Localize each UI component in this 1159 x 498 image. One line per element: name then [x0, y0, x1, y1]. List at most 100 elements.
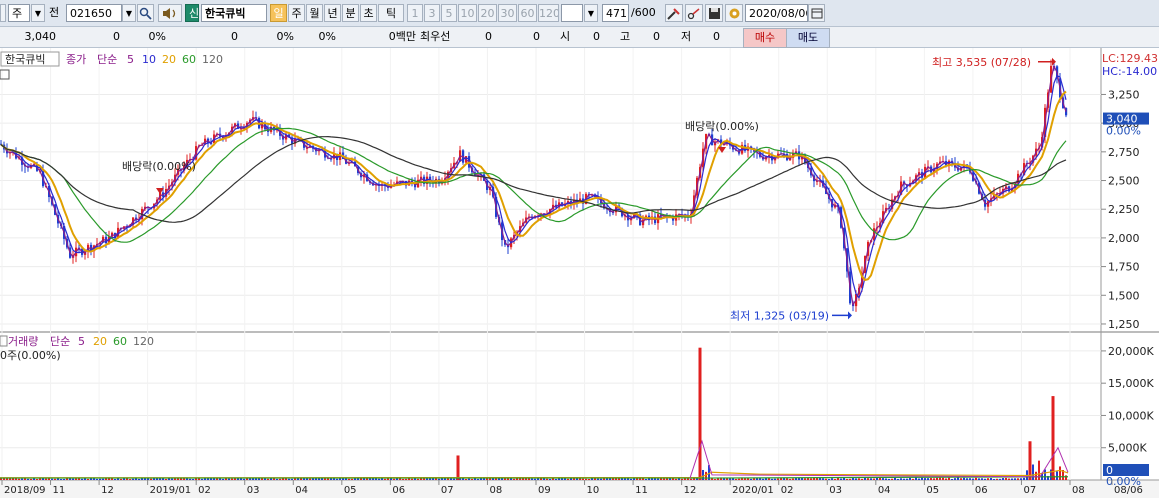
volume-bar [933, 478, 935, 480]
period-week-button[interactable]: 주 [288, 4, 305, 22]
chevron-down-icon[interactable]: ▼ [31, 4, 45, 22]
volume-bar [849, 478, 851, 480]
volume-bar [120, 478, 122, 480]
volume-bar [948, 477, 950, 480]
volume-bar [231, 478, 233, 480]
volume-bar [75, 478, 77, 480]
volume-bar [957, 477, 959, 480]
volume-bar [972, 478, 974, 480]
volume-bar [1032, 464, 1034, 480]
volume-bar [1005, 477, 1007, 480]
low-label: 저 [681, 30, 692, 43]
volume-bar [513, 478, 515, 480]
x-tick-label: 03 [829, 485, 842, 496]
volume-bar [189, 478, 191, 480]
period-day-button[interactable]: 일 [270, 4, 287, 22]
volume-bar [681, 478, 683, 480]
interval-20-button[interactable]: 20 [478, 4, 497, 22]
code-dropdown-icon[interactable]: ▼ [122, 4, 136, 22]
volume-bar [882, 478, 884, 480]
quote-bar: 3,040 0 0% 0 0% 0% 0백만 최우선 0 0 시 0 고 0 저… [0, 27, 1159, 48]
period-minute-button[interactable]: 분 [342, 4, 359, 22]
period-year-button[interactable]: 년 [324, 4, 341, 22]
count-input[interactable]: 471 [602, 4, 629, 22]
volume-bar [954, 478, 956, 480]
search-icon[interactable] [137, 4, 154, 22]
best-ask: 0 [485, 30, 492, 43]
volume-bar [348, 478, 350, 480]
interval-3-button[interactable]: 3 [424, 4, 440, 22]
volume-bar [987, 478, 989, 480]
volume-bar [786, 478, 788, 480]
volume-bar [714, 479, 716, 480]
volume-bar [903, 478, 905, 480]
x-tick-label: 08/06 [1114, 485, 1143, 496]
interval-120-button[interactable]: 120 [538, 4, 559, 22]
volume-bar [756, 478, 758, 480]
volume-bar [279, 478, 281, 480]
volume-bar [744, 478, 746, 480]
volume-bar [582, 478, 584, 480]
volume-bar [465, 478, 467, 480]
volume-bar [834, 479, 836, 480]
interval-60-button[interactable]: 60 [518, 4, 537, 22]
volume-bar [384, 478, 386, 480]
blank-input[interactable] [561, 4, 583, 22]
volume-bar [876, 477, 878, 480]
volume-tick-label: 5,000K [1108, 442, 1147, 455]
volume-bar [789, 478, 791, 480]
volume-bar [738, 478, 740, 480]
volume-bar [960, 478, 962, 480]
settings-icon[interactable] [725, 4, 743, 22]
x-tick-label: 04 [878, 485, 891, 496]
period-second-button[interactable]: 초 [360, 4, 377, 22]
price-tick-label: 2,750 [1108, 146, 1140, 159]
period-tick-button[interactable]: 틱 [378, 4, 404, 22]
open-label: 시 [560, 30, 571, 43]
sell-button[interactable]: 매도 [786, 28, 830, 48]
stock-code-input[interactable]: 021650 [66, 4, 122, 22]
volume-bar [978, 478, 980, 480]
volume-bar [975, 477, 977, 480]
link-icon[interactable] [685, 4, 703, 22]
speaker-icon[interactable] [158, 4, 182, 22]
period-month-button[interactable]: 월 [306, 4, 323, 22]
interval-1-button[interactable]: 1 [407, 4, 423, 22]
legend-stock-name: 한국큐빅 [5, 53, 45, 66]
volume-bar [837, 477, 839, 480]
best-bid: 0 [533, 30, 540, 43]
menu-handle[interactable] [0, 4, 6, 22]
volume-bar [657, 478, 659, 480]
volume-bar [60, 479, 62, 480]
tools-icon[interactable] [665, 4, 683, 22]
volume-bar [753, 478, 755, 480]
volume-bar [1008, 478, 1010, 480]
stock-chart[interactable]: 3,2503,0002,7502,5002,2502,0001,7501,500… [0, 48, 1159, 498]
volume-bar [615, 478, 617, 480]
volume-bar [840, 478, 842, 480]
period-unit-select[interactable]: 주 [8, 4, 30, 22]
volume-bar [855, 478, 857, 480]
calendar-icon[interactable] [808, 4, 825, 22]
date-input[interactable]: 2020/08/06 [745, 4, 808, 22]
blank-dropdown-icon[interactable]: ▼ [584, 4, 598, 22]
volume-bar [138, 478, 140, 480]
volume-bar [828, 478, 830, 480]
interval-10-button[interactable]: 10 [458, 4, 477, 22]
volume-bar [201, 478, 203, 480]
volume-bar [171, 478, 173, 480]
interval-5-button[interactable]: 5 [441, 4, 457, 22]
volume-bar [852, 478, 854, 480]
save-icon[interactable] [705, 4, 723, 22]
legend-ma-10: 10 [142, 53, 156, 66]
volume-bar [165, 478, 167, 480]
buy-button[interactable]: 매수 [743, 28, 787, 48]
interval-30-button[interactable]: 30 [498, 4, 517, 22]
volume-bar [1020, 478, 1022, 480]
volume-bar [468, 478, 470, 480]
price-tick-label: 2,500 [1108, 175, 1140, 188]
volume-bar [1056, 471, 1058, 480]
lc-label: LC:129.43 [1102, 52, 1158, 65]
volume-bar [867, 478, 869, 480]
volume-bar [663, 478, 665, 480]
